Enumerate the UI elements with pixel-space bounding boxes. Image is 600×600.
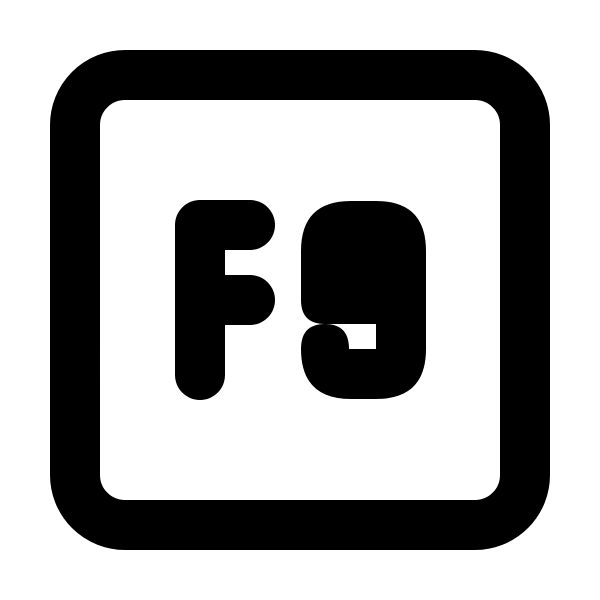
glyph-f-icon <box>175 200 275 400</box>
icon-canvas: F9 <box>0 0 600 600</box>
key-frame <box>50 50 550 550</box>
function-key-f9-icon <box>50 50 550 550</box>
glyph-9-icon <box>301 201 426 399</box>
